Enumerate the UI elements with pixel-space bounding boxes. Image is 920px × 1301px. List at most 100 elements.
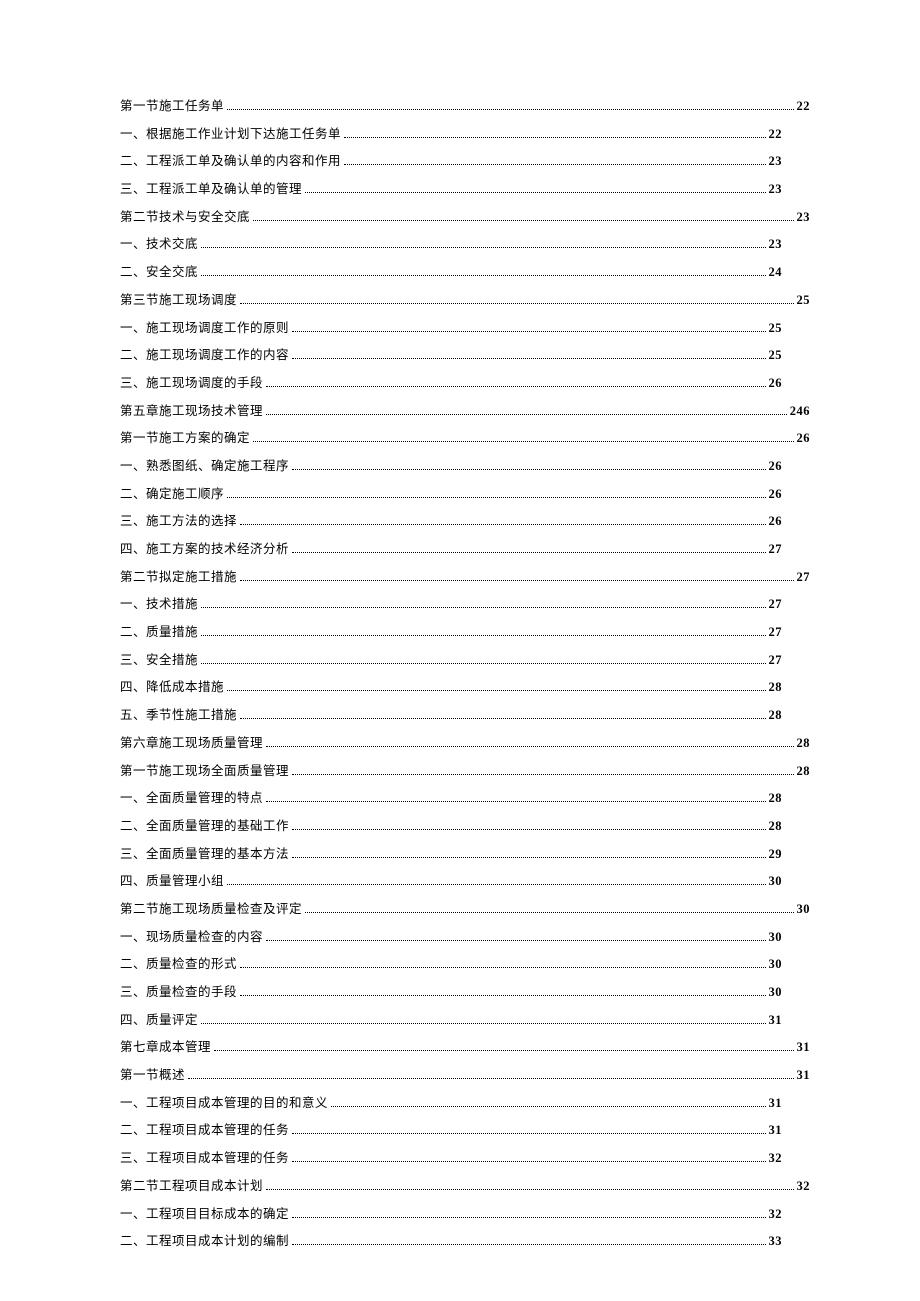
toc-entry-title: 三、全面质量管理的基本方法 [120,848,289,861]
toc-leader-dots [266,1182,793,1190]
toc-entry-page: 26 [769,488,811,501]
toc-entry-title: 四、施工方案的技术经济分析 [120,543,289,556]
toc-entry: 四、质量管理小组30 [120,875,810,888]
toc-entry-title: 第七章成本管理 [120,1041,211,1054]
toc-entry-title: 二、工程项目成本管理的任务 [120,1124,289,1137]
toc-entry: 第六章施工现场质量管理28 [120,737,810,750]
toc-entry-page: 23 [769,238,811,251]
toc-entry-page: 30 [769,931,811,944]
toc-entry-page: 30 [797,903,811,916]
toc-entry-page: 26 [769,515,811,528]
toc-entry-title: 三、质量检查的手段 [120,986,237,999]
toc-entry: 二、确定施工顺序26 [120,488,810,501]
toc-entry-page: 27 [769,626,811,639]
toc-entry-title: 第一节施工方案的确定 [120,432,250,445]
toc-leader-dots [227,490,765,498]
toc-entry: 五、季节性施工措施 28 [120,709,810,722]
toc-entry: 一、工程项目成本管理的目的和意义31 [120,1097,810,1110]
toc-entry-title: 三、施工方法的选择 [120,515,237,528]
toc-entry: 一、技术措施27 [120,598,810,611]
toc-entry: 三、工程派工单及确认单的管理23 [120,183,810,196]
toc-leader-dots [292,767,793,775]
toc-leader-dots [201,628,765,636]
toc-leader-dots [227,684,765,692]
toc-leader-dots [266,407,787,415]
toc-entry: 一、根据施工作业计划下达施工任务单22 [120,128,810,141]
toc-leader-dots [292,324,765,332]
toc-entry: 三、施工现场调度的手段26 [120,377,810,390]
toc-leader-dots [240,960,765,968]
toc-leader-dots [201,268,765,276]
toc-leader-dots [344,158,765,166]
toc-leader-dots [188,1071,793,1079]
toc-leader-dots [253,213,793,221]
toc-entry-title: 一、工程项目目标成本的确定 [120,1208,289,1221]
toc-leader-dots [201,241,765,249]
toc-entry-title: 三、工程派工单及确认单的管理 [120,183,302,196]
toc-leader-dots [253,434,793,442]
toc-entry-page: 26 [797,432,811,445]
toc-entry-title: 第六章施工现场质量管理 [120,737,263,750]
toc-entry-title: 三、工程项目成本管理的任务 [120,1152,289,1165]
toc-entry-page: 33 [769,1235,811,1248]
toc-entry: 二、工程项目成本管理的任务31 [120,1124,810,1137]
toc-leader-dots [227,877,765,885]
toc-entry: 第二节拟定施工措施27 [120,571,810,584]
toc-leader-dots [240,573,793,581]
toc-entry: 二、施工现场调度工作的内容25 [120,349,810,362]
document-page: 第一节施工任务单22一、根据施工作业计划下达施工任务单22二、工程派工单及确认单… [0,0,920,1301]
toc-entry-title: 二、工程派工单及确认单的内容和作用 [120,155,341,168]
toc-entry-title: 第二节施工现场质量检查及评定 [120,903,302,916]
toc-leader-dots [292,850,765,858]
toc-entry-page: 30 [769,875,811,888]
toc-entry: 第五章施工现场技术管理246 [120,405,810,418]
toc-entry-page: 28 [769,709,811,722]
toc-entry: 三、施工方法的选择 26 [120,515,810,528]
toc-leader-dots [201,656,765,664]
toc-entry-page: 27 [769,654,811,667]
toc-entry-page: 32 [769,1152,811,1165]
toc-leader-dots [266,933,765,941]
toc-leader-dots [292,1210,765,1218]
toc-entry: 三、安全措施27 [120,654,810,667]
toc-entry-page: 27 [769,543,811,556]
toc-entry: 二、质量检查的形式30 [120,958,810,971]
toc-entry-page: 28 [769,681,811,694]
toc-leader-dots [240,517,765,525]
toc-entry: 第二节技术与安全交底23 [120,211,810,224]
toc-entry-title: 第二节工程项目成本计划 [120,1180,263,1193]
toc-entry-page: 28 [769,792,811,805]
toc-entry: 第一节施工方案的确定 26 [120,432,810,445]
toc-leader-dots [331,1099,765,1107]
toc-entry-page: 24 [769,266,811,279]
toc-entry: 一、全面质量管理的特点 28 [120,792,810,805]
toc-entry-title: 第二节技术与安全交底 [120,211,250,224]
toc-entry-title: 五、季节性施工措施 [120,709,237,722]
toc-leader-dots [201,601,765,609]
toc-entry-page: 31 [797,1069,811,1082]
toc-entry-title: 第一节施工现场全面质量管理 [120,765,289,778]
toc-leader-dots [214,1044,793,1052]
toc-entry: 一、技术交底23 [120,238,810,251]
toc-entry: 四、施工方案的技术经济分析 27 [120,543,810,556]
toc-entry-page: 26 [769,460,811,473]
toc-entry-page: 28 [797,765,811,778]
toc-entry-page: 29 [769,848,811,861]
toc-entry-title: 二、施工现场调度工作的内容 [120,349,289,362]
toc-entry-title: 二、全面质量管理的基础工作 [120,820,289,833]
toc-entry-page: 30 [769,986,811,999]
toc-entry-title: 第一节概述 [120,1069,185,1082]
toc-entry-page: 22 [769,128,811,141]
toc-leader-dots [240,711,765,719]
toc-entry: 一、工程项目目标成本的确定32 [120,1208,810,1221]
toc-entry: 二、工程派工单及确认单的内容和作用23 [120,155,810,168]
toc-leader-dots [292,462,765,470]
toc-entry: 三、质量检查的手段 30 [120,986,810,999]
toc-entry-page: 25 [797,294,811,307]
toc-entry: 第一节施工现场全面质量管理 28 [120,765,810,778]
toc-entry-title: 一、全面质量管理的特点 [120,792,263,805]
toc-entry-title: 二、工程项目成本计划的编制 [120,1235,289,1248]
toc-entry-page: 32 [797,1180,811,1193]
toc-leader-dots [292,822,765,830]
toc-entry-page: 27 [769,598,811,611]
